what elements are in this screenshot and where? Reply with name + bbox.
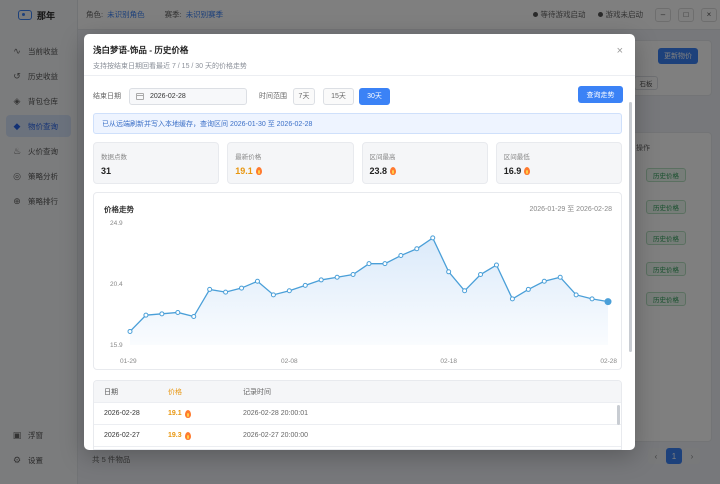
x-tick-label: 02-08 — [281, 358, 298, 365]
price-point — [143, 312, 149, 318]
notice-text: 已从远端刷新并写入本地缓存，查询区间 2026-01-30 至 2026-02-… — [102, 120, 313, 128]
price-point — [430, 235, 436, 241]
price-trend-card: 价格走势 2026-01-29 至 2026-02-28 24.9 20.4 15.… — [93, 192, 622, 370]
price-point — [159, 311, 165, 317]
price-point — [366, 261, 372, 267]
range-15-button[interactable]: 15天 — [323, 87, 354, 105]
price-point — [525, 286, 531, 292]
query-controls: 结束日期 2026-02-28 时间范围 7天 15天 30天 查询走势 — [93, 86, 623, 106]
flame-icon — [390, 167, 397, 175]
stat-latest-price: 最新价格 19.1 — [227, 142, 354, 184]
stat-data-points: 数据点数 31 — [93, 142, 220, 184]
price-point — [175, 309, 181, 315]
table-header: 日期 价格 记录时间 — [94, 381, 621, 403]
stat-value: 16.9 — [503, 166, 522, 176]
price-point — [509, 296, 515, 302]
y-tick-label: 15.9 — [110, 342, 123, 349]
price-point — [223, 289, 229, 295]
x-tick-label: 02-18 — [440, 358, 457, 365]
price-point — [302, 282, 308, 288]
price-history-table: 日期 价格 记录时间 2026-02-28 19.1 2026-02-28 20… — [93, 380, 622, 450]
price-point — [557, 274, 563, 280]
price-point — [573, 292, 579, 298]
flame-icon — [184, 431, 191, 440]
price-point — [462, 288, 468, 294]
modal-header: 浅白梦语-饰品 - 历史价格 支持按结束日期回看最近 7 / 15 / 30 天… — [84, 34, 635, 76]
price-point — [207, 286, 213, 292]
price-point — [318, 277, 324, 283]
y-tick-label: 20.4 — [110, 281, 123, 288]
calendar-icon — [136, 92, 144, 100]
range-label: 时间范围 — [259, 93, 287, 100]
flame-icon — [255, 167, 262, 175]
col-date: 日期 — [104, 388, 118, 396]
stat-lowest-price: 区间最低 16.9 — [495, 142, 622, 184]
table-row[interactable]: 2026-02-28 19.1 2026-02-28 20:00:01 — [94, 403, 621, 425]
stats-row: 数据点数 31 最新价格 19.1 区间最高 23.8 区间最低 16.9 — [93, 142, 622, 184]
price-point — [604, 298, 612, 306]
price-point — [239, 285, 245, 291]
table-scrollbar[interactable] — [617, 405, 620, 425]
stat-highest-price: 区间最高 23.8 — [361, 142, 488, 184]
price-point — [334, 274, 340, 280]
price-trend-chart: 24.9 20.4 15.9 01-29 02-08 02-18 02-28 — [110, 220, 617, 365]
app-window: 那年 ∿当前收益 ↺历史收益 ◈背包仓库 ◆物价查询 ♨火价查询 ◎策略分析 ⊕… — [0, 0, 720, 484]
close-icon[interactable]: × — [617, 45, 623, 57]
col-record-time: 记录时间 — [243, 388, 271, 396]
col-price: 价格 — [168, 388, 182, 396]
price-point — [398, 253, 404, 259]
query-trend-button[interactable]: 查询走势 — [578, 86, 623, 103]
stat-value: 31 — [101, 166, 112, 176]
price-point — [127, 328, 133, 334]
end-date-label: 结束日期 — [93, 93, 121, 100]
price-point — [478, 272, 484, 278]
table-row[interactable]: 2026-02-27 19.3 2026-02-27 20:00:00 — [94, 425, 621, 447]
price-point — [589, 296, 595, 302]
price-history-modal: 浅白梦语-饰品 - 历史价格 支持按结束日期回看最近 7 / 15 / 30 天… — [84, 34, 635, 450]
cache-notice: 已从远端刷新并写入本地缓存，查询区间 2026-01-30 至 2026-02-… — [93, 113, 622, 134]
modal-subtitle: 支持按结束日期回看最近 7 / 15 / 30 天的价格走势 — [93, 63, 248, 70]
x-tick-label: 02-28 — [600, 358, 617, 365]
end-date-input[interactable]: 2026-02-28 — [129, 87, 247, 105]
price-point — [286, 288, 292, 294]
price-point — [350, 272, 356, 278]
price-point — [382, 261, 388, 267]
modal-scrollbar[interactable] — [629, 102, 632, 352]
flame-icon — [524, 167, 531, 175]
price-point — [191, 314, 197, 320]
flame-icon — [184, 409, 191, 418]
stat-value: 23.8 — [369, 166, 388, 176]
price-point — [414, 246, 420, 252]
price-point — [541, 278, 547, 284]
stat-value: 19.1 — [235, 166, 253, 176]
range-30-button[interactable]: 30天 — [359, 87, 390, 105]
range-7-button[interactable]: 7天 — [293, 87, 315, 105]
price-point — [446, 269, 452, 275]
price-point — [270, 292, 276, 298]
price-area — [130, 237, 608, 345]
modal-title: 浅白梦语-饰品 - 历史价格 — [93, 45, 189, 55]
price-point — [493, 262, 499, 268]
y-tick-label: 24.9 — [110, 220, 123, 227]
price-point — [254, 278, 260, 284]
end-date-value: 2026-02-28 — [150, 92, 186, 100]
x-tick-label: 01-29 — [120, 358, 137, 365]
